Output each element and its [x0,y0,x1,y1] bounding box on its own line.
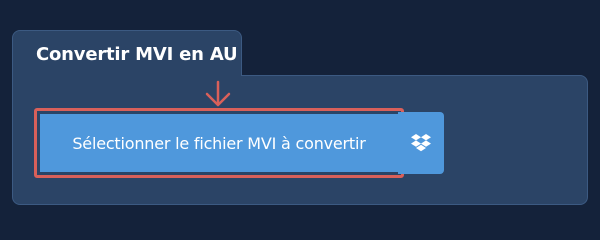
select-mvi-file-button[interactable]: Sélectionner le fichier MVI à convertir [40,114,398,172]
panel-title: Convertir MVI en AU [36,44,238,65]
dropbox-button[interactable] [398,112,444,174]
panel-seam [13,74,241,78]
dropbox-icon [411,134,431,152]
arrow-down-icon [205,80,231,107]
